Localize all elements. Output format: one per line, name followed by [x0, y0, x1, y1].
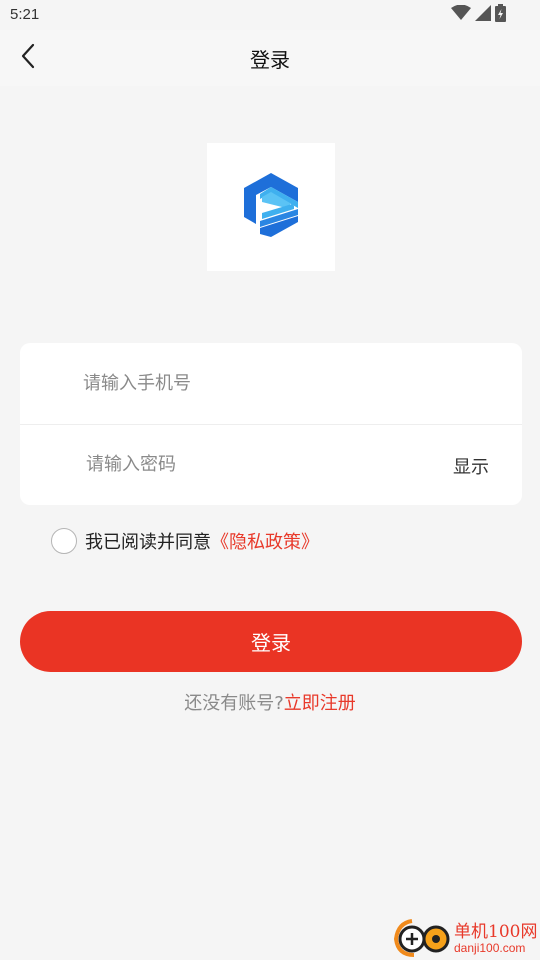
login-form: 显示	[20, 343, 522, 505]
app-logo-icon	[242, 172, 300, 242]
login-button[interactable]: 登录	[20, 611, 522, 672]
agreement-text: 我已阅读并同意	[85, 532, 211, 553]
register-row: 还没有账号?立即注册	[0, 689, 540, 715]
app-logo	[207, 143, 335, 271]
phone-row	[20, 343, 522, 425]
register-link[interactable]: 立即注册	[284, 693, 356, 714]
privacy-policy-link[interactable]: 《隐私政策》	[211, 528, 319, 554]
page-title: 登录	[250, 48, 290, 72]
register-prompt: 还没有账号?	[184, 693, 284, 714]
show-password-toggle[interactable]: 显示	[453, 453, 489, 479]
nav-bar: 登录	[0, 30, 540, 86]
watermark-logo-icon	[392, 917, 452, 960]
password-input[interactable]	[86, 424, 426, 505]
login-screen: 5:21 登录 请输入手机号 显示 我已阅读并同意 《隐私政策》 登录 还没有账…	[0, 0, 540, 960]
watermark-name: 单机100网	[454, 922, 538, 942]
status-time: 5:21	[10, 6, 40, 23]
agreement-checkbox[interactable]	[51, 528, 77, 554]
password-row: 显示	[20, 424, 522, 505]
agreement-row: 我已阅读并同意 《隐私政策》	[51, 527, 319, 555]
watermark: 单机100网 danji100.com	[390, 915, 540, 960]
signal-icon	[475, 5, 491, 25]
battery-icon	[495, 4, 506, 26]
wifi-icon	[451, 4, 471, 25]
status-bar: 5:21	[0, 0, 540, 30]
status-icons	[451, 4, 506, 26]
watermark-url: danji100.com	[454, 941, 526, 955]
phone-input[interactable]	[83, 343, 483, 424]
